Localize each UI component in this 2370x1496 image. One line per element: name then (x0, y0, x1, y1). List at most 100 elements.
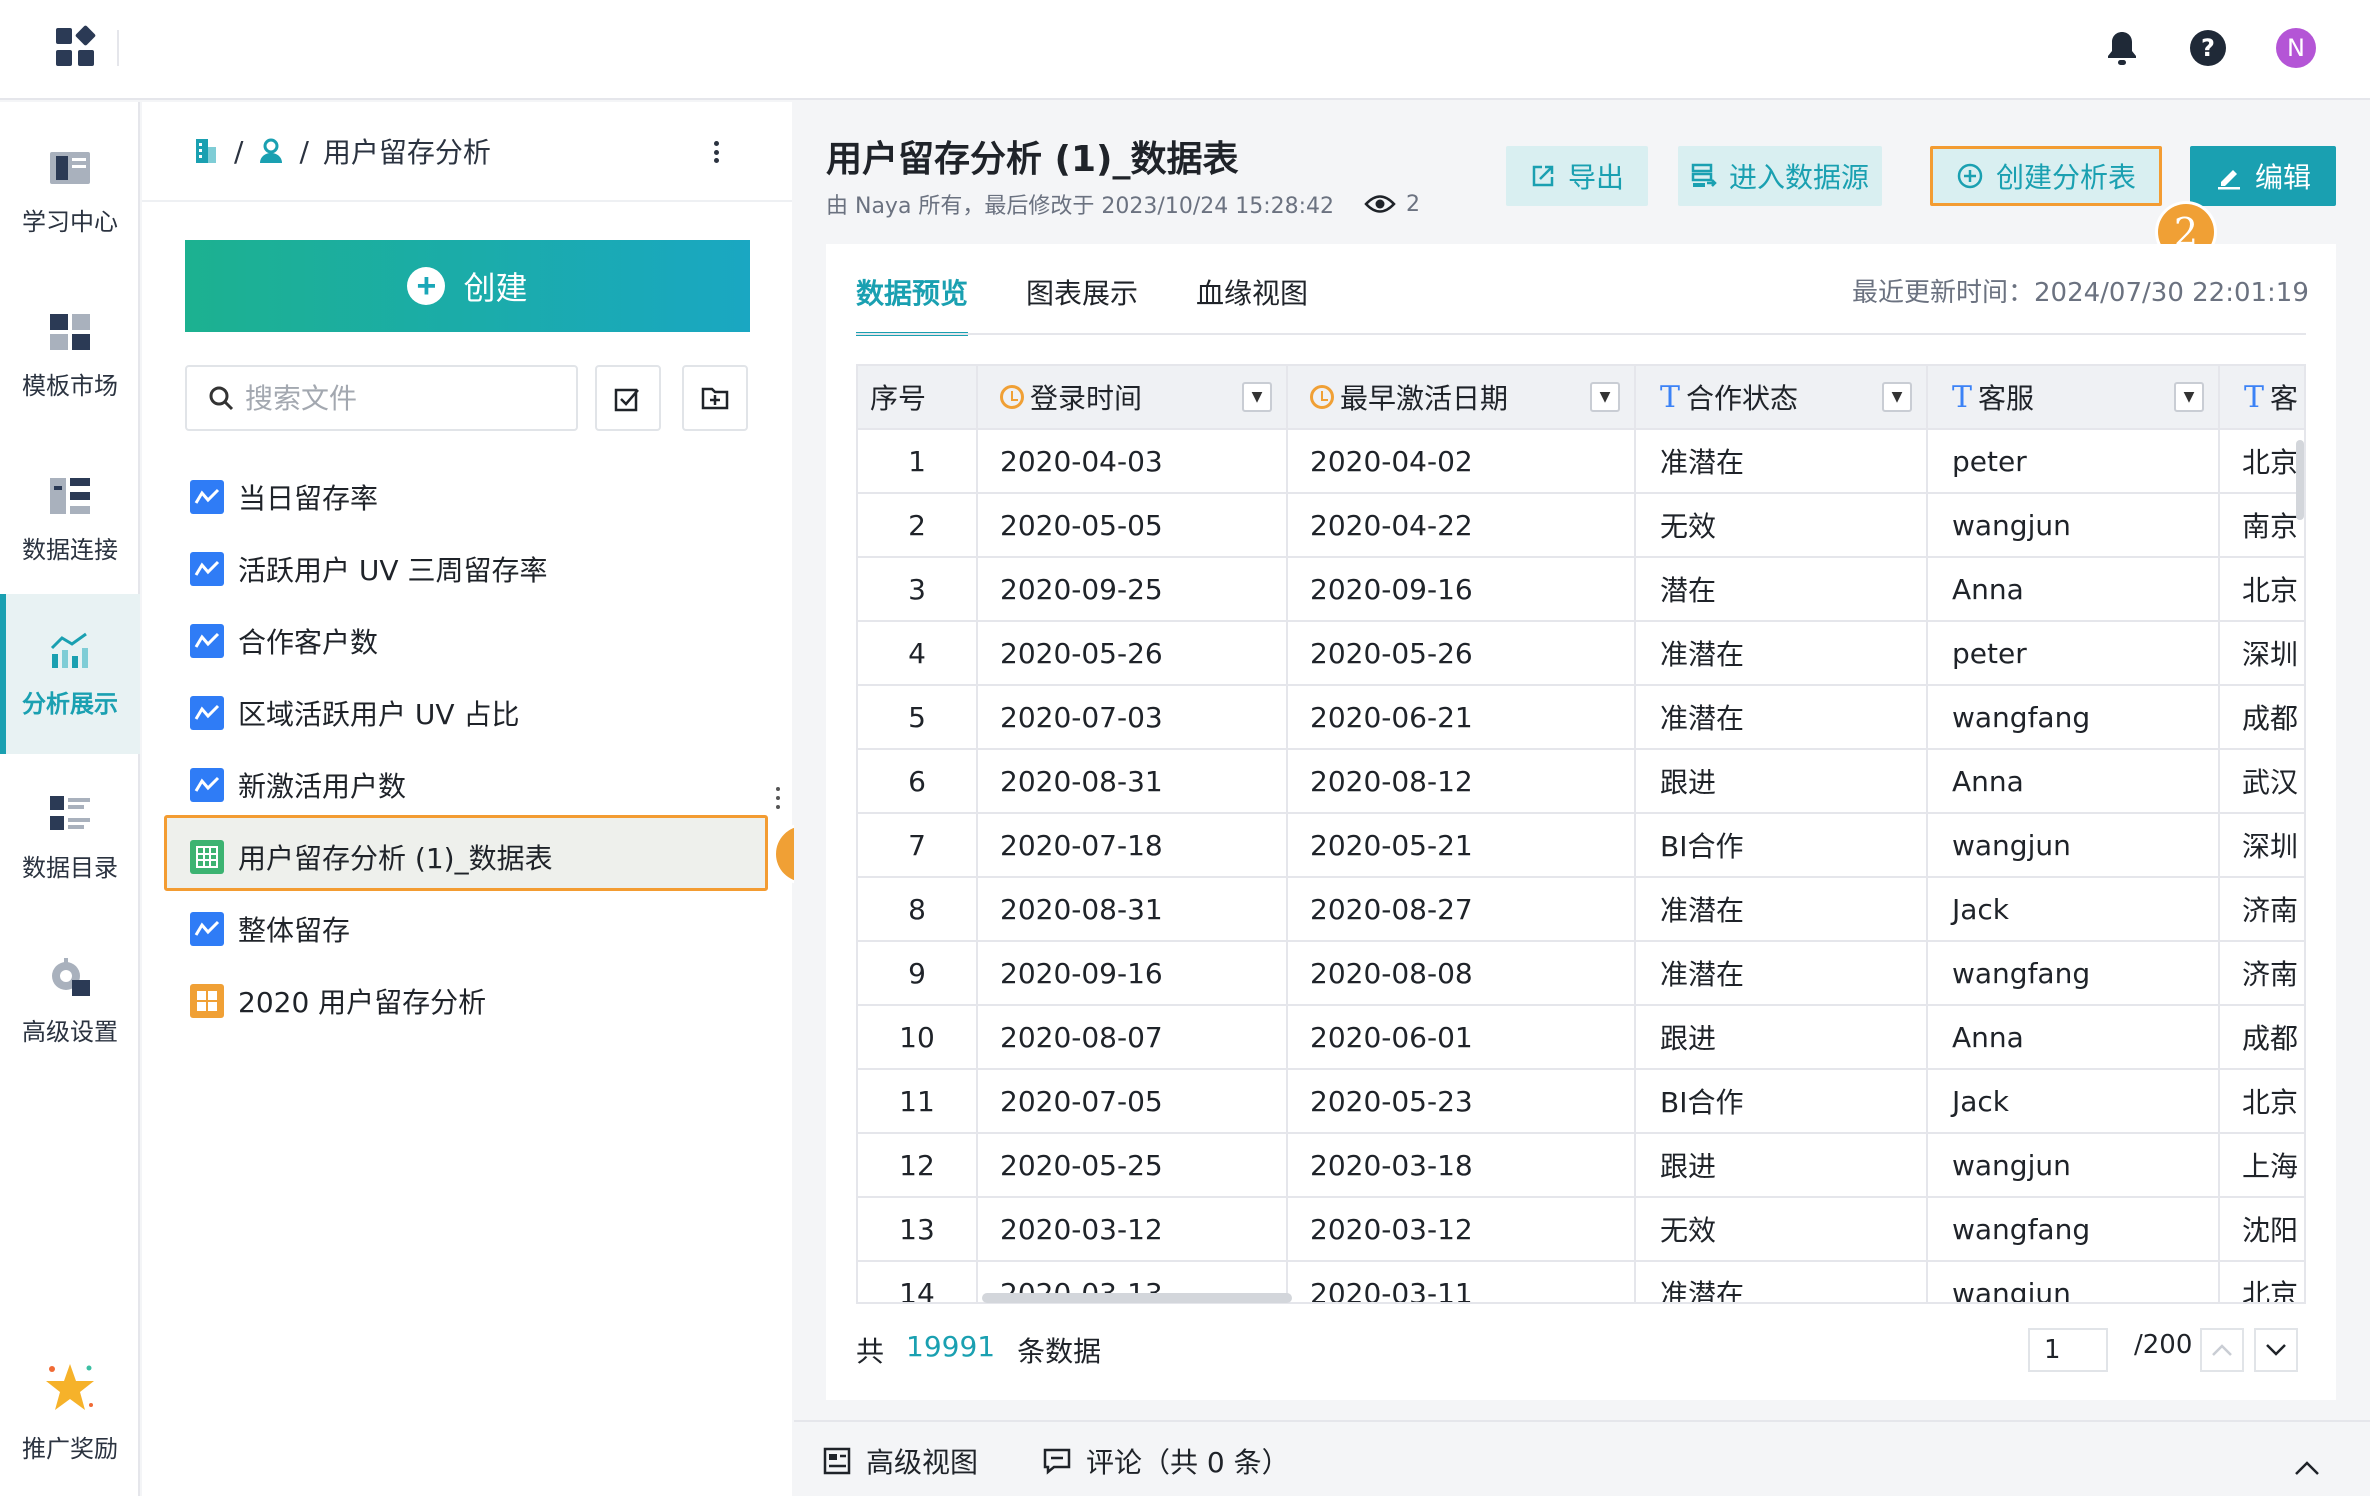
table-cell[interactable]: BI合作 (1636, 814, 1928, 876)
file-item-selected[interactable]: 用户留存分析 (1)_数据表 (190, 826, 553, 888)
dropdown-icon[interactable]: ▼ (2174, 382, 2204, 412)
table-cell[interactable]: Jack (1928, 878, 2220, 940)
table-cell[interactable]: wangjun (1928, 814, 2220, 876)
create-analysis-button[interactable]: 创建分析表 (1930, 146, 2162, 206)
table-cell[interactable]: 2020-05-21 (1288, 814, 1636, 876)
table-cell[interactable]: 2020-04-03 (978, 430, 1288, 492)
table-row[interactable]: 7 2020-07-18 2020-05-21 BI合作 wangjun 深圳 (858, 814, 2304, 878)
table-cell[interactable]: 无效 (1636, 1198, 1928, 1260)
table-cell[interactable]: 2020-09-16 (978, 942, 1288, 1004)
table-cell[interactable]: 2020-08-31 (978, 750, 1288, 812)
file-item[interactable]: 整体留存 (190, 898, 350, 960)
table-cell[interactable]: 8 (858, 878, 978, 940)
table-row[interactable]: 3 2020-09-25 2020-09-16 潜在 Anna 北京 (858, 558, 2304, 622)
table-cell[interactable]: 2020-03-12 (1288, 1198, 1636, 1260)
table-cell[interactable]: 2020-05-23 (1288, 1070, 1636, 1132)
table-cell[interactable]: 2020-06-21 (1288, 686, 1636, 748)
nav-learning-center[interactable]: 学习中心 (0, 112, 140, 272)
help-icon[interactable]: ? (2188, 28, 2228, 68)
nav-data-catalog[interactable]: 数据目录 (0, 758, 140, 918)
table-cell[interactable]: 2020-08-08 (1288, 942, 1636, 1004)
table-cell[interactable]: 14 (858, 1262, 978, 1302)
table-cell[interactable]: wangfang (1928, 686, 2220, 748)
column-header[interactable]: 登录时间 ▼ (978, 366, 1288, 428)
file-item[interactable]: 活跃用户 UV 三周留存率 (190, 538, 547, 600)
table-cell[interactable]: 准潜在 (1636, 942, 1928, 1004)
table-cell[interactable]: 2020-07-03 (978, 686, 1288, 748)
table-cell[interactable]: 2020-05-26 (978, 622, 1288, 684)
table-cell[interactable]: 2 (858, 494, 978, 556)
table-cell[interactable]: Jack (1928, 1070, 2220, 1132)
table-cell[interactable]: 北京 (2220, 558, 2304, 620)
table-row[interactable]: 11 2020-07-05 2020-05-23 BI合作 Jack 北京 (858, 1070, 2304, 1134)
file-item[interactable]: 新激活用户数 (190, 754, 406, 816)
table-cell[interactable]: 准潜在 (1636, 878, 1928, 940)
vertical-scrollbar[interactable] (2296, 440, 2304, 520)
table-cell[interactable]: 济南 (2220, 878, 2304, 940)
table-cell[interactable]: 成都 (2220, 1006, 2304, 1068)
table-row[interactable]: 5 2020-07-03 2020-06-21 准潜在 wangfang 成都 (858, 686, 2304, 750)
table-cell[interactable]: 准潜在 (1636, 430, 1928, 492)
search-input[interactable] (245, 381, 565, 415)
table-cell[interactable]: 2020-07-05 (978, 1070, 1288, 1132)
table-cell[interactable]: wangfang (1928, 942, 2220, 1004)
table-cell[interactable]: 12 (858, 1134, 978, 1196)
table-cell[interactable]: 2020-07-18 (978, 814, 1288, 876)
column-header[interactable]: T 合作状态 ▼ (1636, 366, 1928, 428)
enter-datasource-button[interactable]: 进入数据源 (1678, 146, 1882, 206)
table-cell[interactable]: 跟进 (1636, 1134, 1928, 1196)
page-input[interactable]: 1 (2028, 1328, 2108, 1372)
table-row[interactable]: 8 2020-08-31 2020-08-27 准潜在 Jack 济南 (858, 878, 2304, 942)
table-cell[interactable]: 跟进 (1636, 750, 1928, 812)
table-cell[interactable]: 2020-09-25 (978, 558, 1288, 620)
more-menu-icon[interactable] (704, 137, 728, 167)
table-cell[interactable]: 北京 (2220, 1070, 2304, 1132)
table-cell[interactable]: wangjun (1928, 1134, 2220, 1196)
table-cell[interactable]: 13 (858, 1198, 978, 1260)
table-cell[interactable]: 2020-08-12 (1288, 750, 1636, 812)
table-cell[interactable]: 济南 (2220, 942, 2304, 1004)
table-cell[interactable]: 6 (858, 750, 978, 812)
table-cell[interactable]: 无效 (1636, 494, 1928, 556)
nav-advanced-settings[interactable]: 高级设置 (0, 922, 140, 1082)
table-cell[interactable]: peter (1928, 430, 2220, 492)
table-cell[interactable]: wangjun (1928, 494, 2220, 556)
batch-select-button[interactable] (595, 365, 661, 431)
new-folder-button[interactable] (682, 365, 748, 431)
dropdown-icon[interactable]: ▼ (1242, 382, 1272, 412)
table-row[interactable]: 10 2020-08-07 2020-06-01 跟进 Anna 成都 (858, 1006, 2304, 1070)
file-item[interactable]: 区域活跃用户 UV 占比 (190, 682, 519, 744)
avatar[interactable]: N (2276, 28, 2316, 68)
table-row[interactable]: 12 2020-05-25 2020-03-18 跟进 wangjun 上海 (858, 1134, 2304, 1198)
dropdown-icon[interactable]: ▼ (1882, 382, 1912, 412)
apps-icon[interactable] (56, 24, 97, 68)
building-icon[interactable] (192, 137, 220, 165)
table-cell[interactable]: 南京 (2220, 494, 2304, 556)
tab-data-preview[interactable]: 数据预览 (856, 272, 969, 336)
dropdown-icon[interactable]: ▼ (1590, 382, 1620, 412)
table-cell[interactable]: 9 (858, 942, 978, 1004)
export-button[interactable]: 导出 (1506, 146, 1648, 206)
table-cell[interactable]: 2020-06-01 (1288, 1006, 1636, 1068)
nav-template-market[interactable]: 模板市场 (0, 276, 140, 436)
table-cell[interactable]: 2020-08-07 (978, 1006, 1288, 1068)
file-item[interactable]: 合作客户数 (190, 610, 378, 672)
file-item[interactable]: 2020 用户留存分析 (190, 970, 486, 1032)
table-cell[interactable]: 4 (858, 622, 978, 684)
table-cell[interactable]: BI合作 (1636, 1070, 1928, 1132)
nav-data-connection[interactable]: 数据连接 (0, 440, 140, 600)
table-cell[interactable]: 11 (858, 1070, 978, 1132)
table-cell[interactable]: 2020-08-31 (978, 878, 1288, 940)
table-cell[interactable]: 10 (858, 1006, 978, 1068)
edit-button[interactable]: 编辑 (2190, 146, 2336, 206)
user-icon[interactable] (257, 137, 285, 165)
table-row[interactable]: 4 2020-05-26 2020-05-26 准潜在 peter 深圳 (858, 622, 2304, 686)
table-cell[interactable]: 成都 (2220, 686, 2304, 748)
table-cell[interactable]: 准潜在 (1636, 622, 1928, 684)
nav-promo-rewards[interactable]: 推广奖励 (0, 1332, 140, 1492)
horizontal-scrollbar[interactable] (982, 1293, 1292, 1303)
bell-icon[interactable] (2102, 28, 2142, 68)
table-cell[interactable]: peter (1928, 622, 2220, 684)
table-cell[interactable]: 2020-08-27 (1288, 878, 1636, 940)
table-cell[interactable]: 2020-05-25 (978, 1134, 1288, 1196)
